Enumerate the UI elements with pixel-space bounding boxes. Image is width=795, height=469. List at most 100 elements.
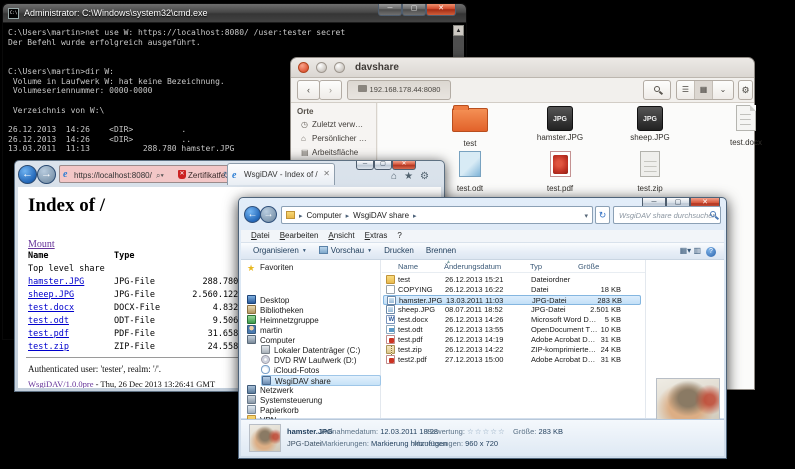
search-icon bbox=[654, 86, 660, 92]
nav-item[interactable]: ★Favoriten bbox=[247, 263, 293, 274]
search-button[interactable] bbox=[643, 80, 671, 100]
sidebar-item[interactable]: ◷Zuletzt verw… bbox=[301, 120, 363, 133]
search-box[interactable]: WsgiDAV share durchsuchen bbox=[613, 206, 721, 224]
details-rating[interactable]: Bewertung: ☆☆☆☆☆ bbox=[427, 427, 506, 436]
tab-close-icon[interactable]: ✕ bbox=[323, 169, 330, 178]
back-button[interactable]: ← bbox=[244, 206, 261, 223]
grid-view-icon[interactable]: ▦ bbox=[695, 81, 713, 99]
homegroup-icon bbox=[247, 315, 256, 324]
page-title: Index of / bbox=[28, 195, 105, 217]
file-date: 26.12.2013 14:19 bbox=[445, 335, 503, 344]
file-row[interactable]: test.docx26.12.2013 14:26Microsoft Word … bbox=[383, 315, 641, 325]
file-item[interactable]: hamster.JPG bbox=[518, 103, 602, 142]
nav-item-label: Computer bbox=[260, 336, 295, 345]
share-label: Top level share bbox=[28, 264, 105, 274]
explorer-main: ★FavoritenDesktopBibliothekenHeimnetzgru… bbox=[241, 260, 724, 418]
back-button[interactable]: ← bbox=[18, 165, 37, 184]
menu-item[interactable]: Extras bbox=[365, 231, 388, 240]
toolbar-button[interactable]: Brennen bbox=[426, 246, 456, 255]
forward-button[interactable]: → bbox=[37, 165, 56, 184]
file-row[interactable]: hamster.JPG13.03.2011 11:03JPG-Datei283 … bbox=[383, 295, 641, 305]
toolbar-button[interactable]: Drucken bbox=[384, 246, 414, 255]
back-button[interactable]: ‹ bbox=[297, 80, 320, 100]
search-icon[interactable]: ⌕▾ bbox=[156, 171, 164, 181]
column-header[interactable]: Änderungsdatum bbox=[444, 262, 501, 271]
minimize-button[interactable]: ─ bbox=[378, 4, 402, 16]
file-row[interactable]: test2.pdf27.12.2013 15:00Adobe Acrobat D… bbox=[383, 355, 641, 365]
netdrive-icon bbox=[262, 376, 271, 385]
home-icon[interactable]: ⌂ bbox=[391, 171, 404, 182]
column-header[interactable]: Größe bbox=[578, 262, 599, 271]
column-header[interactable]: Typ bbox=[530, 262, 542, 271]
file-row[interactable]: COPYING26.12.2013 16:22Datei18 KB bbox=[383, 285, 641, 295]
mount-link[interactable]: Mount bbox=[28, 239, 55, 250]
file-date: 13.03.2011 11:03 bbox=[446, 296, 503, 305]
forward-button[interactable]: › bbox=[319, 80, 342, 100]
nav-item-label: Netzwerk bbox=[260, 386, 293, 395]
wsgidav-version-link[interactable]: WsgiDAV/1.0.0pre bbox=[28, 379, 93, 388]
maximize-button[interactable]: ▢ bbox=[374, 161, 392, 170]
odt-file-icon bbox=[459, 151, 481, 177]
file-row[interactable]: test26.12.2013 15:21Dateiordner bbox=[383, 275, 641, 285]
network-share-icon bbox=[358, 85, 367, 92]
file-row[interactable]: test.pdf26.12.2013 14:19Adobe Acrobat D…… bbox=[383, 335, 641, 345]
search-icon bbox=[710, 211, 716, 217]
breadcrumb-segment[interactable]: WsgiDAV share bbox=[353, 211, 409, 220]
menu-item[interactable]: ? bbox=[397, 231, 401, 240]
file-row[interactable]: sheep.JPG08.07.2011 18:52JPG-Datei2.501 … bbox=[383, 305, 641, 315]
gear-menu-button[interactable]: ⚙ bbox=[738, 80, 753, 100]
toolbar-button[interactable]: Vorschau▼ bbox=[319, 246, 372, 255]
file-item[interactable]: sheep.JPG bbox=[608, 103, 692, 142]
list-view-icon[interactable]: ☰ bbox=[677, 81, 695, 99]
view-options-chevron-icon[interactable]: ⌄ bbox=[713, 81, 733, 99]
cmd-titlebar[interactable]: Administrator: C:\Windows\system32\cmd.e… bbox=[3, 4, 466, 23]
browser-tab[interactable]: e WsgiDAV - Index of / ✕ bbox=[227, 163, 335, 185]
scroll-up-icon[interactable]: ▲ bbox=[453, 25, 464, 36]
nautilus-titlebar[interactable]: davshare bbox=[291, 58, 754, 78]
close-button[interactable] bbox=[298, 62, 309, 73]
file-item[interactable]: test.pdf bbox=[518, 149, 602, 193]
toolbar-button[interactable]: Organisieren▼ bbox=[253, 246, 307, 255]
img-file-icon bbox=[387, 296, 396, 305]
refresh-button[interactable]: ↻ bbox=[595, 206, 610, 224]
file-item[interactable]: test.docx bbox=[704, 103, 788, 147]
folder-icon bbox=[286, 211, 295, 219]
close-button[interactable]: ✕ bbox=[426, 4, 456, 16]
change-view-icon[interactable]: ▦▾ bbox=[680, 246, 692, 255]
file-item[interactable]: test bbox=[428, 103, 512, 148]
pdf-file-icon bbox=[550, 151, 571, 177]
preview-pane-icon[interactable]: ▥ bbox=[693, 246, 701, 255]
column-header[interactable]: Name bbox=[398, 262, 418, 271]
address-breadcrumb-bar[interactable]: ▸Computer▸WsgiDAV share▸ ▾ bbox=[281, 206, 593, 224]
menu-item[interactable]: Bearbeiten bbox=[280, 231, 319, 240]
desktop: Administrator: C:\Windows\system32\cmd.e… bbox=[0, 0, 795, 469]
column-headers: NameÄnderungsdatumTypGröße▲ bbox=[382, 260, 645, 273]
browser-action-icons: ⌂★⚙ bbox=[391, 171, 436, 182]
file-row[interactable]: test.odt26.12.2013 13:55OpenDocument T…1… bbox=[383, 325, 641, 335]
address-bar[interactable]: e https://localhost:8080/ ⌕▾ ✕ Zertifika… bbox=[59, 165, 235, 183]
minimize-button[interactable]: ─ bbox=[356, 161, 374, 170]
maximize-button[interactable] bbox=[334, 62, 345, 73]
settings-gear-icon[interactable]: ⚙ bbox=[420, 171, 436, 182]
file-size: 4.832 Bytes bbox=[28, 303, 269, 313]
forward-button[interactable]: → bbox=[260, 206, 277, 223]
file-date: 26.12.2013 14:26 bbox=[445, 315, 503, 324]
minimize-button[interactable] bbox=[316, 62, 327, 73]
file-item[interactable]: test.zip bbox=[608, 149, 692, 193]
preview-pane bbox=[646, 260, 724, 418]
file-name: sheep.JPG bbox=[398, 305, 435, 314]
favorites-star-icon[interactable]: ★ bbox=[404, 171, 420, 182]
breadcrumb-segment[interactable]: Computer bbox=[307, 211, 342, 220]
help-icon[interactable]: ? bbox=[706, 247, 716, 257]
url-text[interactable]: https://localhost:8080/ bbox=[74, 171, 152, 180]
pdf-file-icon bbox=[386, 355, 395, 364]
menu-item[interactable]: Datei bbox=[251, 231, 270, 240]
address-dropdown-chevron-icon[interactable]: ▾ bbox=[584, 212, 588, 220]
maximize-button[interactable]: ▢ bbox=[402, 4, 426, 16]
nautilus-window-title: davshare bbox=[355, 62, 399, 73]
close-button[interactable]: ✕ bbox=[392, 161, 416, 170]
sidebar-item[interactable]: ⌂Persönlicher … bbox=[301, 134, 367, 147]
menu-item[interactable]: Ansicht bbox=[328, 231, 354, 240]
file-row[interactable]: test.zip26.12.2013 14:22ZIP-komprimierte… bbox=[383, 345, 641, 355]
location-breadcrumb[interactable]: 192.168.178.44:8080 bbox=[347, 80, 451, 100]
